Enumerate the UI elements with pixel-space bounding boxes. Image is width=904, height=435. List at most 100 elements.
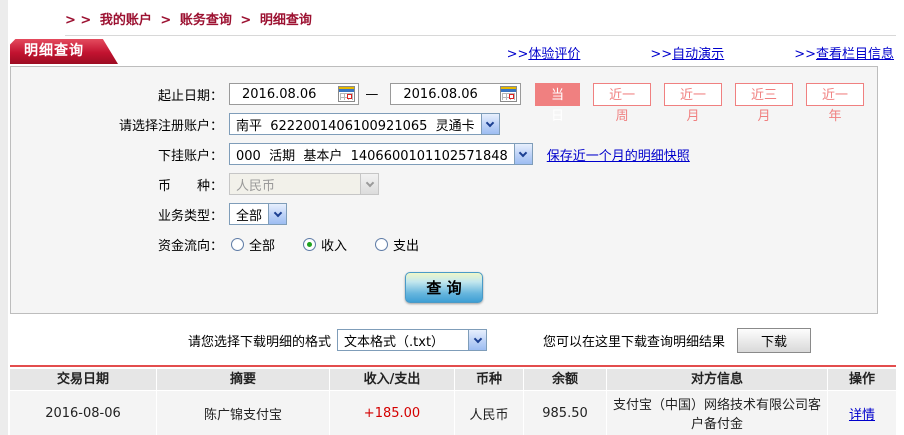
column-header-balance: 余额 (524, 369, 606, 390)
fund-flow-label: 资金流向： (157, 238, 223, 254)
link-label: 体验评价 (528, 47, 581, 62)
link-label: 查看栏目信息 (815, 47, 894, 62)
link-prefix: >> (506, 47, 529, 62)
range-last-week-button[interactable]: 近一周 (593, 82, 652, 123)
breadcrumb-item-detail-query[interactable]: 明细查询 (260, 13, 312, 28)
column-header-date: 交易日期 (10, 369, 156, 390)
cell-balance: 985.50 (524, 391, 606, 435)
fund-flow-income-radio[interactable]: 收入 (303, 235, 347, 254)
download-format-select[interactable]: 文本格式（.txt） (337, 329, 488, 351)
end-date-value: 2016.08.06 (403, 86, 478, 102)
breadcrumb: > > 我的账户 > 账务查询 > 明细查询 (10, 0, 896, 32)
business-type-row: 业务类型： 全部 (11, 202, 877, 226)
breadcrumb-item-account-query[interactable]: 账务查询 (180, 13, 232, 28)
select-arrow-button[interactable] (468, 330, 487, 350)
chevron-down-icon (273, 208, 282, 217)
panel-title-tab: 明细查询 (10, 39, 118, 64)
download-row: 请您选择下载明细的格式 文本格式（.txt） 您可以在这里下载查询明细结果 下载 (10, 327, 896, 353)
download-format-value: 文本格式（.txt） (344, 334, 445, 350)
download-button[interactable]: 下载 (737, 327, 812, 353)
fund-flow-income-label: 收入 (321, 238, 348, 254)
select-arrow-button[interactable] (480, 114, 499, 134)
calendar-icon[interactable] (338, 86, 356, 102)
breadcrumb-item-my-account[interactable]: 我的账户 (100, 13, 152, 28)
business-type-value: 全部 (236, 208, 263, 224)
register-account-select[interactable]: 南平 6222001406100921065 灵通卡 (229, 113, 500, 135)
currency-select: 人民币 (229, 173, 379, 195)
experience-feedback-link[interactable]: >>体验评价 (507, 43, 581, 62)
select-arrow-button[interactable] (513, 144, 532, 164)
column-info-link[interactable]: >>查看栏目信息 (794, 43, 894, 62)
chevron-down-icon (473, 334, 482, 343)
date-range-label: 起止日期： (157, 88, 223, 104)
header-links: >>体验评价 >>自动演示 >>查看栏目信息 (437, 43, 894, 62)
auto-demo-link[interactable]: >>自动演示 (650, 43, 724, 62)
download-hint-text: 您可以在这里下载查询明细结果 (543, 334, 726, 350)
query-form-panel: 起止日期： 2016.08.06 — 2016.08.06 当日 近一周 近一月… (10, 66, 878, 314)
range-last-year-button[interactable]: 近一年 (806, 82, 864, 123)
end-date-input[interactable]: 2016.08.06 (390, 83, 521, 105)
business-type-label: 业务类型： (157, 208, 223, 224)
register-account-value: 南平 6222001406100921065 灵通卡 (236, 118, 475, 134)
calendar-day-marker (347, 94, 353, 99)
cell-counterparty: 支付宝（中国）网络技术有限公司客户备付金 (607, 391, 827, 435)
start-date-value: 2016.08.06 (242, 86, 317, 102)
chevron-down-icon (519, 148, 528, 157)
currency-value: 人民币 (236, 178, 276, 194)
currency-row: 币 种： 人民币 (11, 172, 877, 196)
column-header-currency: 币种 (455, 369, 523, 390)
section-divider-red (10, 365, 896, 367)
link-prefix: >> (650, 47, 673, 62)
query-button-row: 查 询 (11, 272, 877, 303)
main-content: > > 我的账户 > 账务查询 > 明细查询 明细查询 >>体验评价 >>自动演… (10, 0, 896, 435)
range-today-button[interactable]: 当日 (534, 82, 581, 123)
download-format-label: 请您选择下载明细的格式 (188, 334, 332, 350)
range-last-month-button[interactable]: 近一月 (664, 82, 723, 123)
breadcrumb-prefix: > > (65, 13, 92, 28)
breadcrumb-separator: > (160, 13, 172, 28)
radio-icon (231, 237, 244, 251)
cell-transaction-date: 2016-08-06 (10, 391, 156, 435)
cell-currency: 人民币 (455, 391, 523, 435)
range-last-3-months-button[interactable]: 近三月 (735, 82, 794, 123)
column-header-amount: 收入/支出 (330, 369, 454, 390)
date-separator: — (365, 86, 379, 102)
currency-label: 币 种： (157, 178, 223, 194)
start-date-input[interactable]: 2016.08.06 (229, 83, 360, 105)
cell-amount: +185.00 (330, 391, 454, 435)
page: > > 我的账户 > 账务查询 > 明细查询 明细查询 >>体验评价 >>自动演… (0, 0, 904, 435)
select-arrow-button[interactable] (268, 204, 287, 224)
sub-account-label: 下挂账户： (157, 148, 223, 164)
detail-link[interactable]: 详情 (849, 404, 875, 423)
sub-account-value: 000 活期 基本户 1406600101102571848 (236, 148, 508, 164)
cell-summary: 陈广锦支付宝 (157, 391, 329, 435)
sub-account-select[interactable]: 000 活期 基本户 1406600101102571848 (229, 143, 533, 165)
save-monthly-snapshot-link[interactable]: 保存近一个月的明细快照 (547, 145, 690, 164)
radio-checked-icon (303, 237, 317, 251)
fund-flow-all-label: 全部 (249, 238, 276, 254)
fund-flow-row: 资金流向： 全部 收入 支出 (11, 232, 877, 256)
column-header-summary: 摘要 (157, 369, 329, 390)
quick-range-buttons: 当日 近一周 近一月 近三月 近一年 (534, 82, 877, 123)
column-header-action: 操作 (828, 369, 896, 390)
breadcrumb-divider (65, 35, 896, 36)
date-range-row: 起止日期： 2016.08.06 — 2016.08.06 当日 近一周 近一月… (11, 82, 877, 123)
radio-icon (375, 237, 389, 251)
column-header-counterparty: 对方信息 (607, 369, 827, 390)
chevron-down-icon (365, 178, 374, 187)
link-label: 自动演示 (672, 47, 725, 62)
left-edge-strip (0, 0, 8, 435)
fund-flow-all-radio[interactable]: 全部 (231, 235, 275, 254)
register-account-row: 请选择注册账户： 南平 6222001406100921065 灵通卡 (11, 112, 877, 136)
chevron-down-icon (485, 118, 495, 127)
business-type-select[interactable]: 全部 (229, 203, 288, 225)
query-button[interactable]: 查 询 (405, 272, 483, 303)
fund-flow-expense-radio[interactable]: 支出 (375, 235, 419, 254)
select-arrow-button (360, 174, 378, 194)
results-table: 交易日期 摘要 收入/支出 币种 余额 对方信息 操作 2016-08-06 陈… (10, 369, 896, 435)
fund-flow-radio-group: 全部 收入 支出 (231, 235, 447, 254)
calendar-day-marker (508, 94, 514, 99)
calendar-icon[interactable] (499, 86, 517, 102)
link-prefix: >> (794, 47, 816, 62)
register-account-label: 请选择注册账户： (118, 118, 223, 134)
